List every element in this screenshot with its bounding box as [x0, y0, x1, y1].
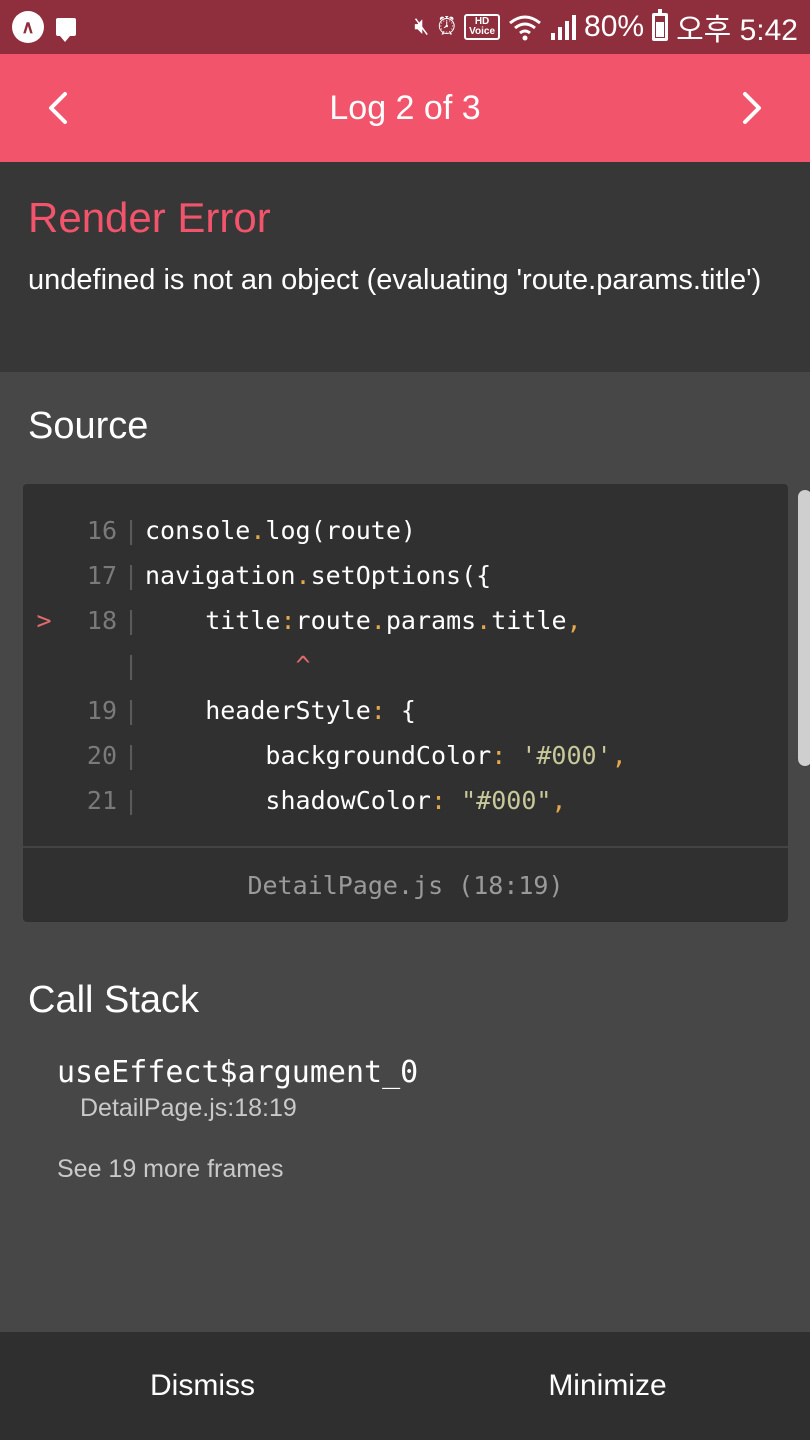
- code-text: title:route.params.title,: [145, 606, 582, 635]
- footer-bar: Dismiss Minimize: [0, 1332, 810, 1440]
- message-icon: [56, 18, 76, 42]
- previous-log-button[interactable]: [28, 78, 88, 138]
- error-message: undefined is not an object (evaluating '…: [28, 264, 762, 296]
- gutter-divider: |: [123, 606, 139, 635]
- error-panel: Render Error undefined is not an object …: [0, 162, 810, 372]
- source-heading: Source: [28, 405, 149, 447]
- gutter-divider: |: [123, 696, 139, 725]
- gutter-divider: |: [123, 561, 139, 590]
- battery-icon: [652, 9, 669, 41]
- code-line: 17 | navigation.setOptions({: [23, 553, 788, 598]
- log-header: Log 2 of 3: [0, 54, 810, 162]
- code-line: | ^: [23, 643, 788, 688]
- code-line: 21 | shadowColor: "#000",: [23, 778, 788, 823]
- source-file-reference[interactable]: DetailPage.js (18:19): [23, 846, 788, 922]
- clock: 오후 5:42: [676, 14, 798, 47]
- gutter-divider: |: [123, 786, 139, 815]
- line-number: 18: [86, 606, 117, 635]
- see-more-frames-link[interactable]: See 19 more frames: [57, 1152, 284, 1186]
- line-number: 17: [86, 561, 117, 590]
- mute-icon: 🔇︎: [414, 13, 430, 40]
- stack-frame-name[interactable]: useEffect$argument_0: [57, 1052, 418, 1094]
- stack-frame-location[interactable]: DetailPage.js:18:19: [80, 1092, 297, 1124]
- code-text: console.log(route): [145, 516, 416, 545]
- code-text: backgroundColor: '#000',: [145, 741, 627, 770]
- chevron-right-icon: [743, 92, 761, 124]
- code-text: shadowColor: "#000",: [145, 786, 567, 815]
- scrollbar[interactable]: [798, 490, 810, 766]
- app-icon: ∧: [12, 11, 44, 43]
- code-line: >18 | title:route.params.title,: [23, 598, 788, 643]
- gutter-divider: |: [123, 651, 139, 680]
- line-number: 19: [86, 696, 117, 725]
- gutter-divider: |: [123, 741, 139, 770]
- minimize-button[interactable]: Minimize: [405, 1332, 810, 1440]
- code-text: navigation.setOptions({: [145, 561, 492, 590]
- call-stack-heading: Call Stack: [28, 979, 200, 1021]
- source-code-block: 16 | console.log(route) 17 | navigation.setOp…: [23, 484, 788, 922]
- error-line-marker: >: [36, 606, 52, 635]
- code-text: headerStyle: {: [145, 696, 416, 725]
- chevron-left-icon: [49, 92, 67, 124]
- line-number: 16: [86, 516, 117, 545]
- code-line: 19 | headerStyle: {: [23, 688, 788, 733]
- wifi-icon: [509, 15, 541, 41]
- gutter-divider: |: [123, 516, 139, 545]
- log-counter-title: Log 2 of 3: [329, 88, 481, 127]
- signal-icon: [551, 15, 577, 40]
- hd-voice-icon: HD Voice: [464, 14, 501, 40]
- line-number: 21: [86, 786, 117, 815]
- code-line: 20 | backgroundColor: '#000',: [23, 733, 788, 778]
- next-log-button[interactable]: [722, 78, 782, 138]
- code-line: 16 | console.log(route): [23, 508, 788, 553]
- status-bar: ∧ 🔇︎ ⏰︎ HD Voice 80% 오후 5:42: [0, 0, 810, 54]
- code-text: ^: [295, 651, 311, 680]
- code-lines: 16 | console.log(route) 17 | navigation.setOp…: [23, 484, 788, 823]
- dismiss-button[interactable]: Dismiss: [0, 1332, 405, 1440]
- line-number: 20: [86, 741, 117, 770]
- error-title: Render Error: [28, 194, 271, 241]
- battery-percent: 80%: [584, 10, 645, 43]
- alarm-icon: ⏰︎: [437, 13, 457, 40]
